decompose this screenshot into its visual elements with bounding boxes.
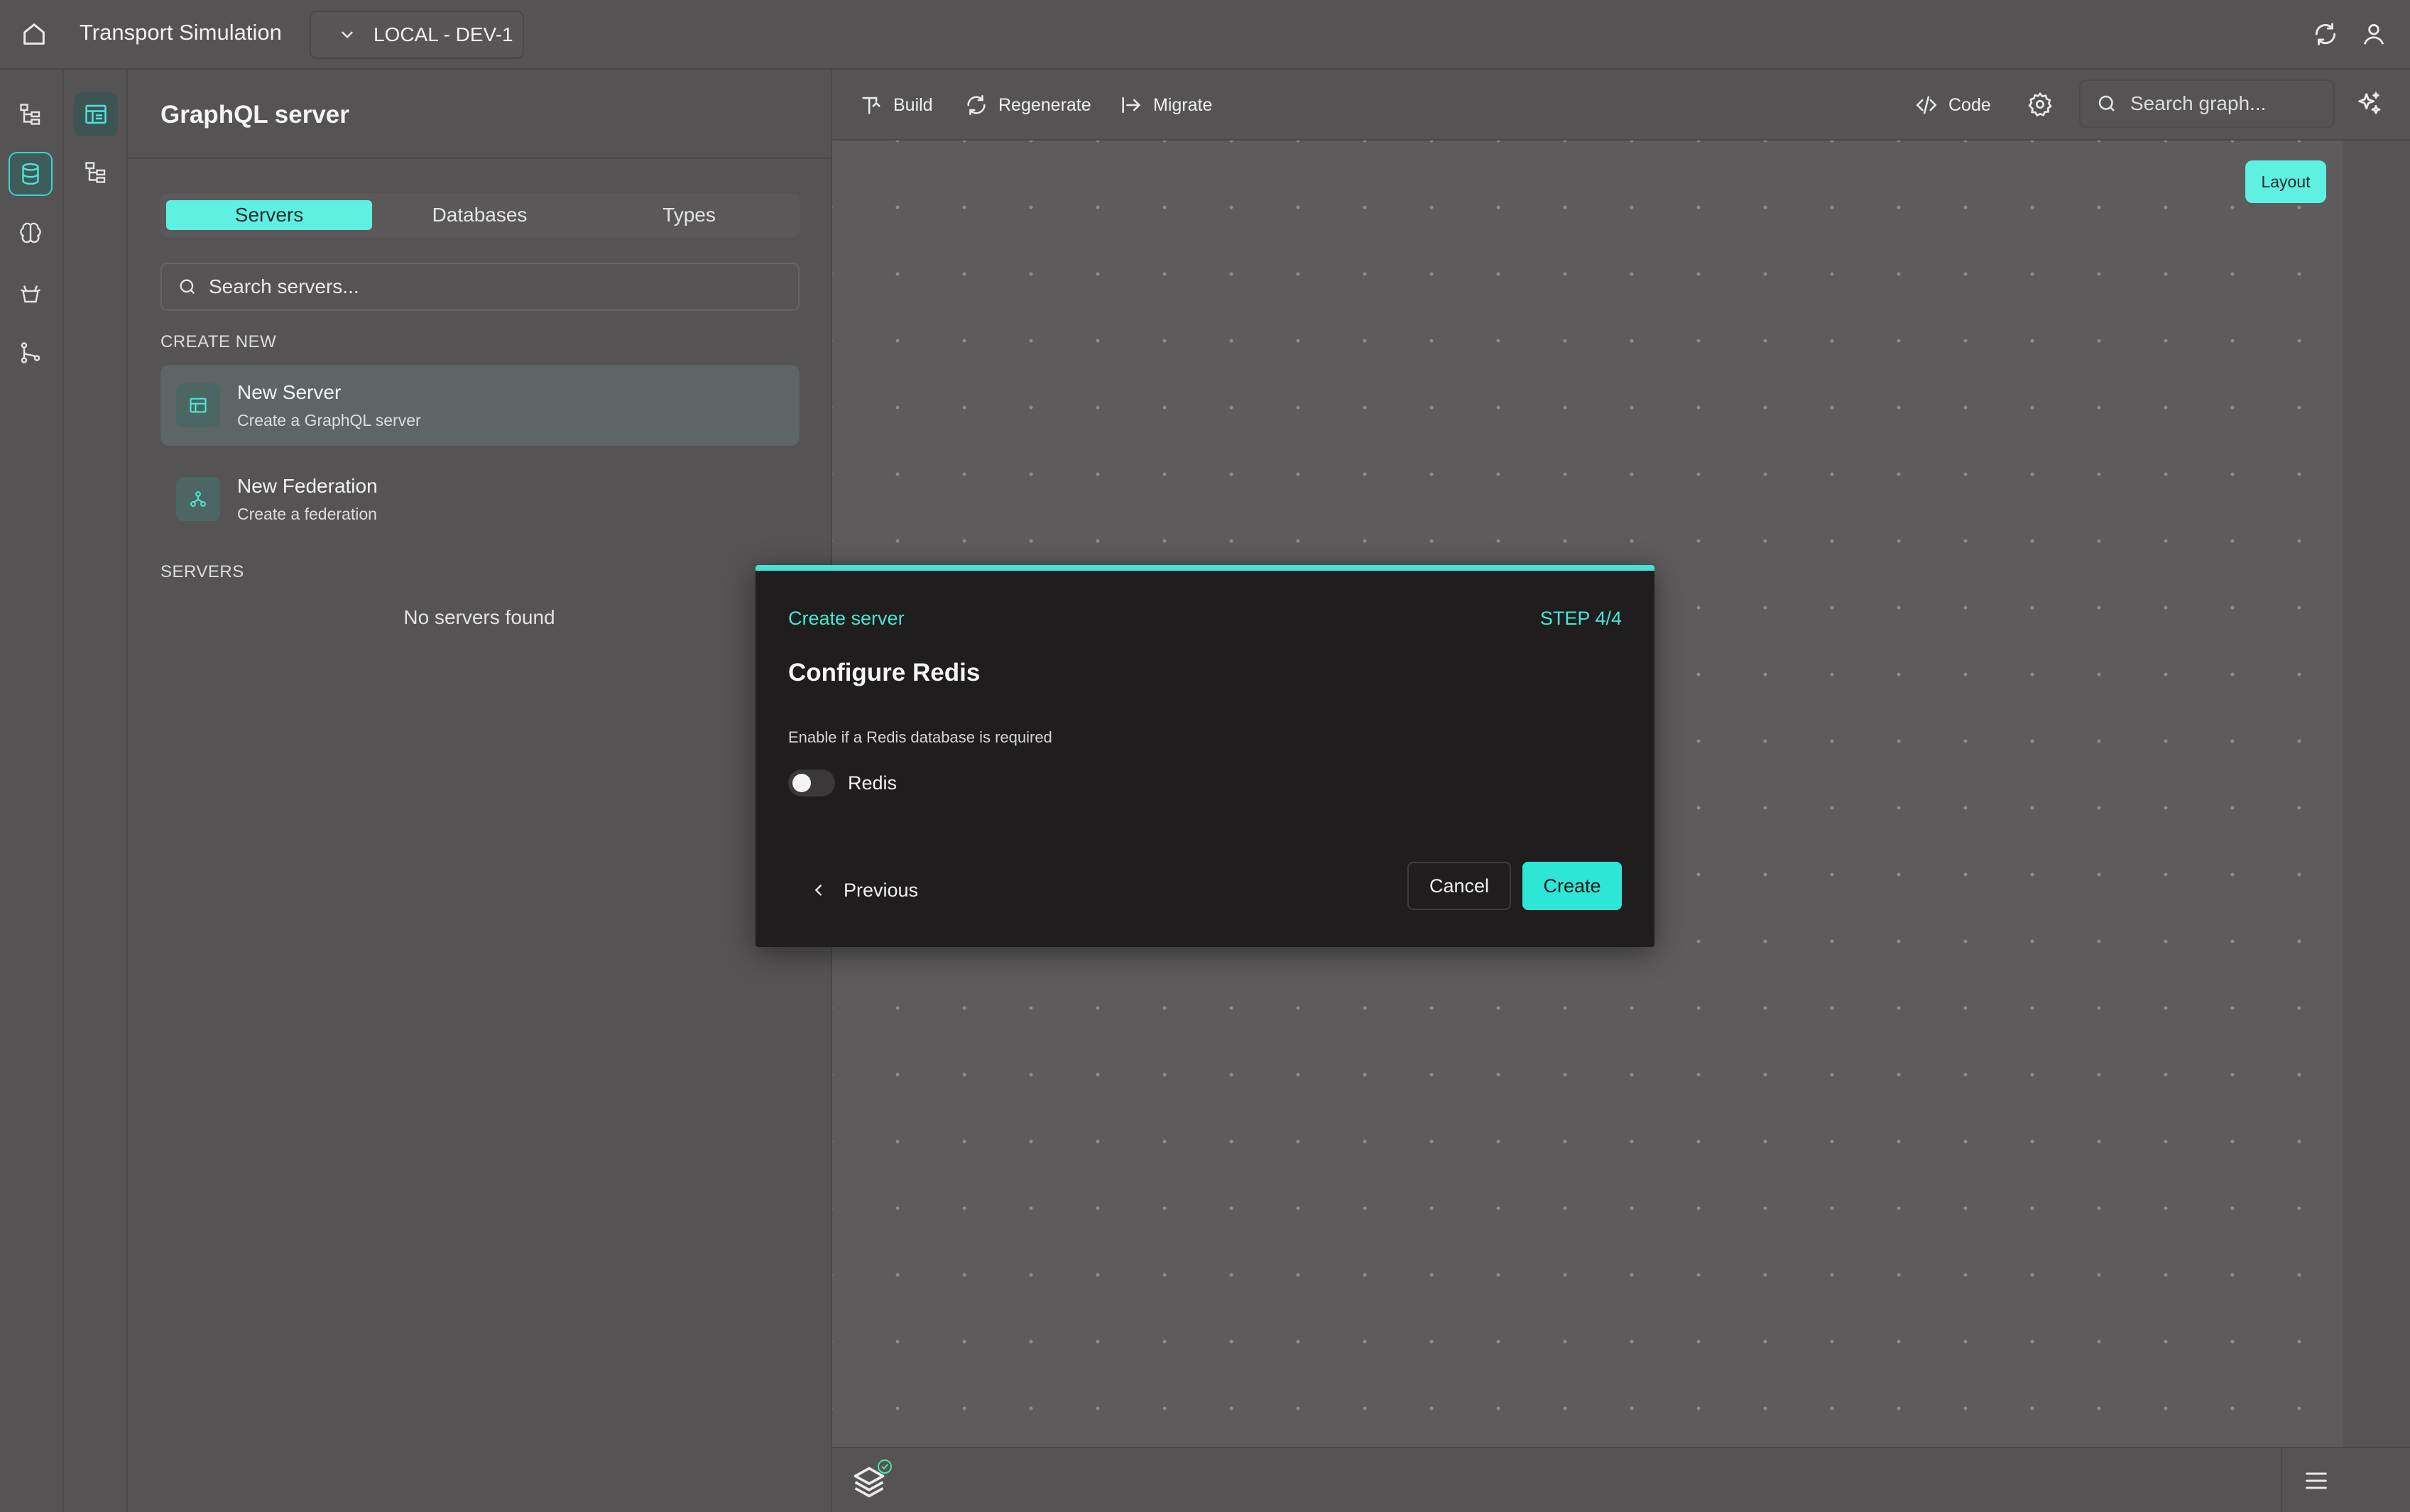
git-branch-icon <box>21 342 40 363</box>
rail-bot-button[interactable] <box>9 271 53 315</box>
server-search-input[interactable] <box>209 275 791 298</box>
rail-brain-button[interactable] <box>9 212 53 256</box>
empty-state: No servers found <box>403 606 555 628</box>
dialog-kicker: Create server <box>788 608 905 629</box>
migrate-button[interactable]: Migrate <box>1119 89 1212 121</box>
search-icon <box>2098 95 2115 111</box>
new-federation-name: New Federation <box>237 474 378 497</box>
create-new-label: CREATE NEW <box>160 332 277 351</box>
user-icon[interactable] <box>2360 21 2387 48</box>
secondary-rail <box>64 70 128 1512</box>
build-label: Build <box>893 94 933 115</box>
create-button[interactable]: Create <box>1522 862 1622 910</box>
sparkle-icon[interactable] <box>2355 89 2383 118</box>
search-icon <box>180 279 195 295</box>
refresh-icon[interactable] <box>2312 21 2339 48</box>
environment-select[interactable]: LOCAL - DEV-1 <box>310 11 524 59</box>
previous-label: Previous <box>844 879 919 901</box>
rail2-hierarchy-button[interactable] <box>74 150 118 195</box>
redis-toggle[interactable] <box>788 769 835 796</box>
rail-git-button[interactable] <box>9 331 53 375</box>
bot-icon <box>21 285 40 303</box>
toggle-knob <box>792 774 811 792</box>
federation-icon <box>176 477 220 521</box>
new-server-desc: Create a GraphQL server <box>237 410 421 429</box>
server-icon <box>176 383 220 427</box>
home-icon[interactable] <box>20 20 48 48</box>
code-label: Code <box>1948 94 1991 115</box>
servers-label: SERVERS <box>160 562 244 581</box>
brain-icon <box>20 222 41 243</box>
canvas-footer <box>832 1447 2410 1512</box>
footer-divider <box>2281 1448 2282 1512</box>
code-button[interactable]: Code <box>1914 89 1991 121</box>
dialog-help-text: Enable if a Redis database is required <box>788 728 1052 746</box>
create-server-dialog: Create server STEP 4/4 Configure Redis E… <box>756 565 1654 947</box>
canvas-toolbar: Build Regenerate Migrate Code <box>832 70 2410 141</box>
tab-databases[interactable]: Databases <box>375 200 584 230</box>
regenerate-label: Regenerate <box>998 94 1091 115</box>
tree-icon <box>20 104 40 125</box>
new-server-item[interactable]: New Server Create a GraphQL server <box>160 365 800 446</box>
layout-button[interactable]: Layout <box>2245 160 2326 203</box>
panel-title: GraphQL server <box>160 101 349 128</box>
new-federation-item[interactable]: New Federation Create a federation <box>160 459 800 539</box>
tab-types[interactable]: Types <box>584 200 794 230</box>
previous-button[interactable]: Previous <box>811 876 918 904</box>
migrate-label: Migrate <box>1153 94 1213 115</box>
dialog-heading: Configure Redis <box>788 659 981 686</box>
rail-database-button[interactable] <box>9 152 53 196</box>
panel-header: GraphQL server <box>128 70 831 159</box>
panel-tabs: Servers Databases Types <box>160 193 800 237</box>
settings-gear-icon[interactable] <box>2027 91 2054 118</box>
app-title: Transport Simulation <box>80 20 282 45</box>
tab-servers[interactable]: Servers <box>166 200 372 230</box>
rail-tree-button[interactable] <box>9 92 53 136</box>
check-circle-icon <box>878 1459 892 1474</box>
chevron-left-icon <box>814 884 822 896</box>
dashboard-icon <box>85 104 107 124</box>
new-server-name: New Server <box>237 380 342 403</box>
primary-rail <box>0 70 64 1512</box>
regenerate-button[interactable]: Regenerate <box>964 89 1091 121</box>
environment-label: LOCAL - DEV-1 <box>374 23 513 45</box>
step-indicator: STEP 4/4 <box>1539 608 1622 629</box>
top-bar: Transport Simulation LOCAL - DEV-1 <box>0 0 2410 70</box>
build-icon <box>862 97 880 114</box>
hierarchy-icon <box>85 162 106 183</box>
canvas-right-strip <box>2343 141 2410 1447</box>
server-search <box>160 263 800 311</box>
graph-search-input[interactable] <box>2130 92 2329 115</box>
code-icon <box>1916 96 1937 114</box>
build-button[interactable]: Build <box>859 89 933 121</box>
regenerate-icon <box>967 94 986 116</box>
rail2-dashboard-button[interactable] <box>74 92 118 136</box>
redis-toggle-label[interactable]: Redis <box>848 772 897 794</box>
migrate-icon <box>1122 97 1141 114</box>
server-panel: GraphQL server Servers Databases Types C… <box>128 70 832 1512</box>
graph-search <box>2079 80 2335 128</box>
menu-icon[interactable] <box>2302 1467 2330 1495</box>
chevron-down-icon <box>342 31 353 38</box>
cancel-button[interactable]: Cancel <box>1407 862 1511 910</box>
database-icon <box>22 163 39 185</box>
new-federation-desc: Create a federation <box>237 504 377 523</box>
